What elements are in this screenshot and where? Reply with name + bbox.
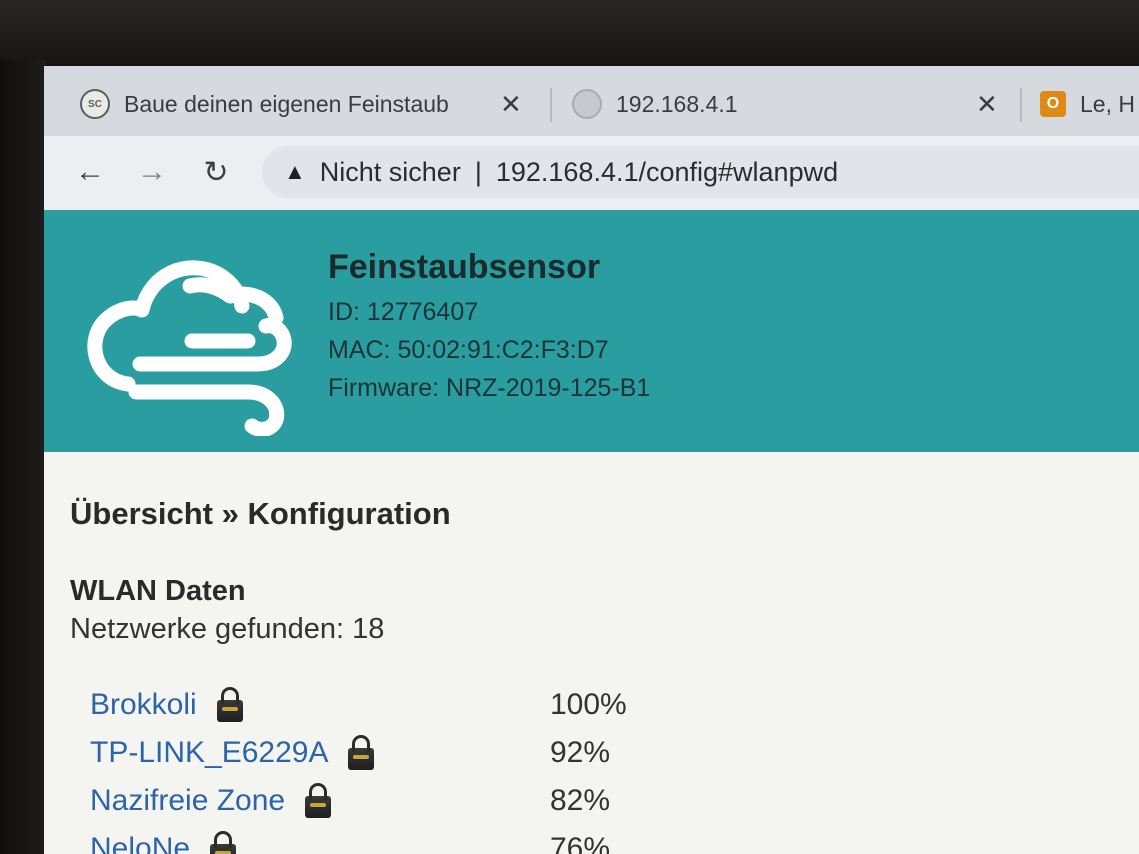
outlook-icon: O [1040, 91, 1066, 117]
sensor-title: Feinstaubsensor [328, 248, 601, 286]
breadcrumb-separator: » [221, 496, 239, 531]
tab-divider [1020, 88, 1022, 122]
close-icon[interactable]: ✕ [976, 89, 998, 120]
tab-feinstaub[interactable]: SC Baue deinen eigenen Feinstaub ✕ [80, 80, 550, 128]
tab-outlook[interactable]: O Le, H [1040, 80, 1139, 128]
browser-window: SC Baue deinen eigenen Feinstaub ✕ 192.1… [44, 66, 1139, 854]
tab-divider [550, 88, 552, 122]
network-row[interactable]: NeloNe 76% [90, 831, 690, 854]
lock-icon [216, 687, 243, 722]
security-label[interactable]: Nicht sicher [320, 157, 461, 188]
address-bar[interactable]: ▲ Nicht sicher | 192.168.4.1/config#wlan… [262, 146, 1139, 198]
globe-icon [572, 89, 602, 119]
back-arrow-icon[interactable]: ← [70, 152, 110, 192]
monitor-bezel-left [0, 60, 46, 854]
breadcrumb-home-link[interactable]: Übersicht [70, 496, 213, 531]
networks-found-count: Netzwerke gefunden: 18 [70, 613, 385, 645]
network-signal: 76% [550, 832, 611, 854]
close-icon[interactable]: ✕ [500, 89, 522, 120]
lock-icon [348, 735, 375, 770]
network-row[interactable]: Nazifreie Zone 82% [90, 783, 690, 824]
network-ssid-link[interactable]: Nazifreie Zone [90, 784, 285, 818]
network-row[interactable]: TP-LINK_E6229A 92% [90, 735, 690, 776]
network-ssid-link[interactable]: NeloNe [90, 832, 190, 854]
browser-toolbar: ← → ↻ ▲ Nicht sicher | 192.168.4.1/confi… [44, 136, 1139, 211]
tab-strip: SC Baue deinen eigenen Feinstaub ✕ 192.1… [44, 66, 1139, 136]
network-row[interactable]: Brokkoli 100% [90, 687, 690, 728]
network-ssid-link[interactable]: TP-LINK_E6229A [90, 736, 328, 770]
address-separator: | [474, 156, 482, 187]
url-text[interactable]: 192.168.4.1/config#wlanpwd [496, 157, 838, 188]
tab-title: 192.168.4.1 [616, 90, 738, 117]
warning-icon[interactable]: ▲ [284, 159, 306, 185]
monitor-bezel-top [0, 0, 1139, 70]
breadcrumb: Übersicht » Konfiguration [70, 496, 451, 532]
sensor-id: ID: 12776407 [328, 298, 479, 326]
breadcrumb-current: Konfiguration [247, 496, 451, 531]
sensor-community-favicon-icon: SC [80, 89, 110, 119]
page-content: Feinstaubsensor ID: 12776407 MAC: 50:02:… [44, 210, 1139, 854]
sensor-mac: MAC: 50:02:91:C2:F3:D7 [328, 336, 609, 364]
lock-icon [210, 831, 237, 854]
network-signal: 100% [550, 688, 627, 721]
tab-config[interactable]: 192.168.4.1 ✕ [572, 80, 1012, 128]
wlan-section-title: WLAN Daten [70, 575, 246, 607]
tab-title: Baue deinen eigenen Feinstaub [124, 90, 449, 117]
sensor-header: Feinstaubsensor ID: 12776407 MAC: 50:02:… [44, 210, 1139, 452]
lock-icon [305, 783, 332, 818]
network-signal: 92% [550, 736, 611, 769]
tab-title: Le, H [1080, 90, 1135, 117]
network-signal: 82% [550, 784, 611, 817]
sensor-firmware: Firmware: NRZ-2019-125-B1 [328, 374, 651, 402]
network-ssid-link[interactable]: Brokkoli [90, 688, 197, 722]
cloud-wind-logo-icon [87, 260, 292, 436]
reload-icon[interactable]: ↻ [196, 152, 236, 192]
forward-arrow-icon[interactable]: → [132, 152, 172, 192]
